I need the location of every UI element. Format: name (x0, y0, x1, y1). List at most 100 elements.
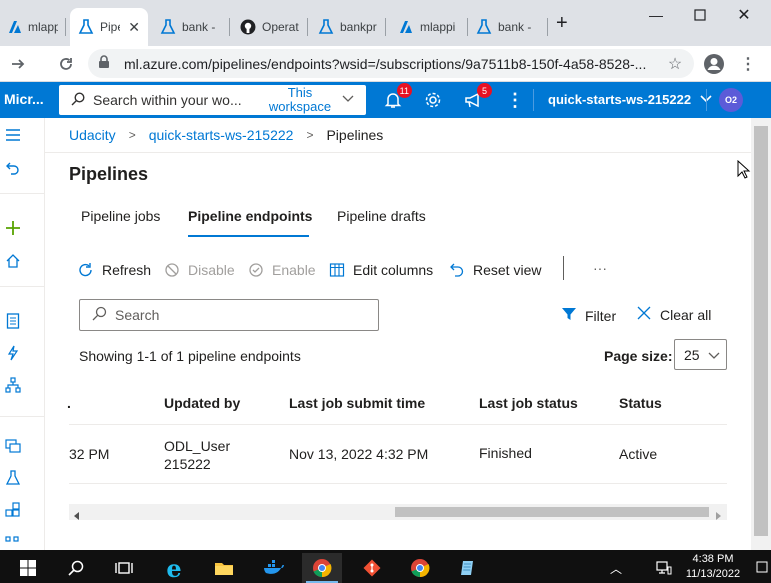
browser-tab[interactable]: bank - (152, 8, 230, 46)
column-header-last-job-status[interactable]: Last job status (479, 395, 578, 411)
edit-columns-button[interactable]: Edit columns (328, 260, 433, 280)
browser-tab[interactable]: bank - (468, 8, 548, 46)
bookmark-star-icon[interactable]: ☆ (663, 52, 687, 76)
enable-label: Enable (272, 262, 316, 278)
chrome-icon-active[interactable] (302, 553, 342, 583)
browser-tab[interactable]: mlappi (0, 8, 66, 46)
hamburger-menu-icon[interactable] (4, 126, 22, 144)
task-view-icon[interactable] (104, 553, 144, 583)
workspace-search-input[interactable]: Search within your wo... This workspace (59, 85, 366, 115)
feedback-badge: 5 (477, 83, 492, 98)
new-tab-button[interactable]: + (556, 12, 568, 35)
browser-tab-title: mlappi (28, 20, 58, 34)
browser-tab[interactable]: mlappi (390, 8, 468, 46)
network-icon[interactable] (652, 553, 676, 583)
url-field[interactable]: ml.azure.com/pipelines/endpoints?wsid=/s… (88, 49, 694, 78)
avatar[interactable]: O2 (719, 88, 743, 112)
notifications-icon[interactable]: 11 (382, 83, 412, 111)
vertical-scrollbar-thumb[interactable] (754, 126, 768, 536)
back-arrow-icon[interactable] (4, 159, 22, 177)
vertical-scrollbar[interactable] (751, 118, 771, 550)
page-size-select[interactable]: 25 (674, 339, 727, 370)
search-icon[interactable] (56, 553, 96, 583)
jobs-flask-icon[interactable] (4, 469, 22, 487)
breadcrumb-workspace[interactable]: quick-starts-ws-215222 (149, 127, 294, 143)
page-size-label: Page size: (604, 348, 673, 364)
clock-date: 11/13/2022 (685, 568, 741, 580)
scroll-right-arrow-icon[interactable] (715, 508, 721, 523)
address-bar-row: ml.azure.com/pipelines/endpoints?wsid=/s… (0, 46, 771, 82)
data-icon[interactable] (4, 437, 22, 455)
docker-icon[interactable] (254, 553, 294, 583)
pipelines-icon[interactable] (4, 530, 22, 548)
flask-icon (160, 19, 176, 35)
forward-icon[interactable] (6, 52, 30, 76)
maximize-button[interactable] (680, 4, 720, 26)
search-input[interactable]: Search (79, 299, 379, 331)
more-actions-button[interactable]: ··· (593, 258, 607, 278)
tab-separator (307, 18, 308, 36)
column-header-status[interactable]: Status (619, 395, 662, 411)
feedback-megaphone-icon[interactable]: 5 (462, 83, 492, 111)
browser-menu-icon[interactable]: ⋮ (736, 52, 760, 76)
chevron-right-icon: > (128, 128, 136, 142)
more-options-icon[interactable]: ⋮ (504, 89, 526, 111)
url-text: ml.azure.com/pipelines/endpoints?wsid=/s… (124, 55, 647, 72)
refresh-button[interactable]: Refresh (77, 260, 151, 280)
brand-label[interactable]: Micr... (4, 91, 44, 107)
left-navigation (0, 118, 45, 550)
column-header-truncated[interactable]: . (67, 395, 71, 411)
disable-button[interactable]: Disable (163, 260, 235, 280)
windows-start-icon[interactable] (8, 553, 48, 583)
taskbar-clock[interactable]: 4:38 PM 11/13/2022 (680, 552, 746, 582)
close-tab-icon[interactable]: ✕ (128, 19, 140, 36)
browser-tab[interactable]: bankpr (310, 8, 386, 46)
notepad-icon[interactable] (448, 553, 488, 583)
horizontal-scrollbar-thumb[interactable] (395, 507, 709, 517)
scroll-left-arrow-icon[interactable] (74, 508, 80, 523)
search-placeholder: Search (115, 307, 160, 323)
browser-tab-title: bankpr (340, 20, 377, 34)
search-scope-dropdown[interactable]: This workspace (255, 86, 345, 114)
mouse-pointer-icon (737, 159, 751, 183)
horizontal-scrollbar[interactable] (69, 504, 727, 520)
notification-center-icon[interactable] (756, 554, 768, 578)
browser-tab[interactable]: Operat (232, 8, 308, 46)
block-icon (163, 261, 181, 279)
breadcrumb-udacity[interactable]: Udacity (69, 127, 116, 143)
close-window-button[interactable]: ✕ (724, 4, 764, 26)
clear-all-button[interactable]: Clear all (637, 306, 711, 323)
home-icon[interactable] (4, 252, 22, 270)
file-explorer-icon[interactable] (204, 553, 244, 583)
automated-ml-icon[interactable] (4, 344, 22, 362)
filter-button[interactable]: Filter (561, 306, 616, 325)
components-icon[interactable] (4, 501, 22, 519)
browser-tab-active[interactable]: Pipe ✕ (70, 8, 148, 46)
notebooks-icon[interactable] (4, 312, 22, 330)
reset-view-button[interactable]: Reset view (448, 260, 541, 280)
tab-pipeline-drafts[interactable]: Pipeline drafts (337, 208, 426, 224)
github-icon (240, 19, 256, 35)
designer-icon[interactable] (4, 376, 22, 394)
column-header-updated-by[interactable]: Updated by (164, 395, 240, 411)
cell-updated-by-line1: ODL_User (164, 438, 231, 454)
flask-icon (476, 19, 492, 35)
git-icon[interactable] (352, 553, 392, 583)
minimize-button[interactable]: — (636, 4, 676, 26)
enable-button[interactable]: Enable (247, 260, 316, 280)
chrome-icon[interactable] (400, 553, 440, 583)
toolbar-divider (563, 256, 564, 280)
cell-updated-by-line2: 215222 (164, 456, 211, 472)
reload-icon[interactable] (54, 52, 78, 76)
settings-gear-icon[interactable] (422, 89, 444, 111)
tab-pipeline-jobs[interactable]: Pipeline jobs (81, 208, 160, 224)
flask-icon (318, 19, 334, 35)
internet-explorer-icon[interactable]: e (154, 553, 194, 583)
column-header-last-job-submit-time[interactable]: Last job submit time (289, 395, 425, 411)
create-new-plus-icon[interactable] (4, 219, 22, 237)
workspace-selector[interactable]: quick-starts-ws-215222 (548, 92, 712, 107)
chevron-up-icon[interactable]: ︿ (604, 553, 628, 583)
browser-tab-title: Pipe (100, 20, 120, 34)
profile-icon[interactable] (702, 52, 726, 76)
tab-pipeline-endpoints[interactable]: Pipeline endpoints (188, 208, 312, 224)
